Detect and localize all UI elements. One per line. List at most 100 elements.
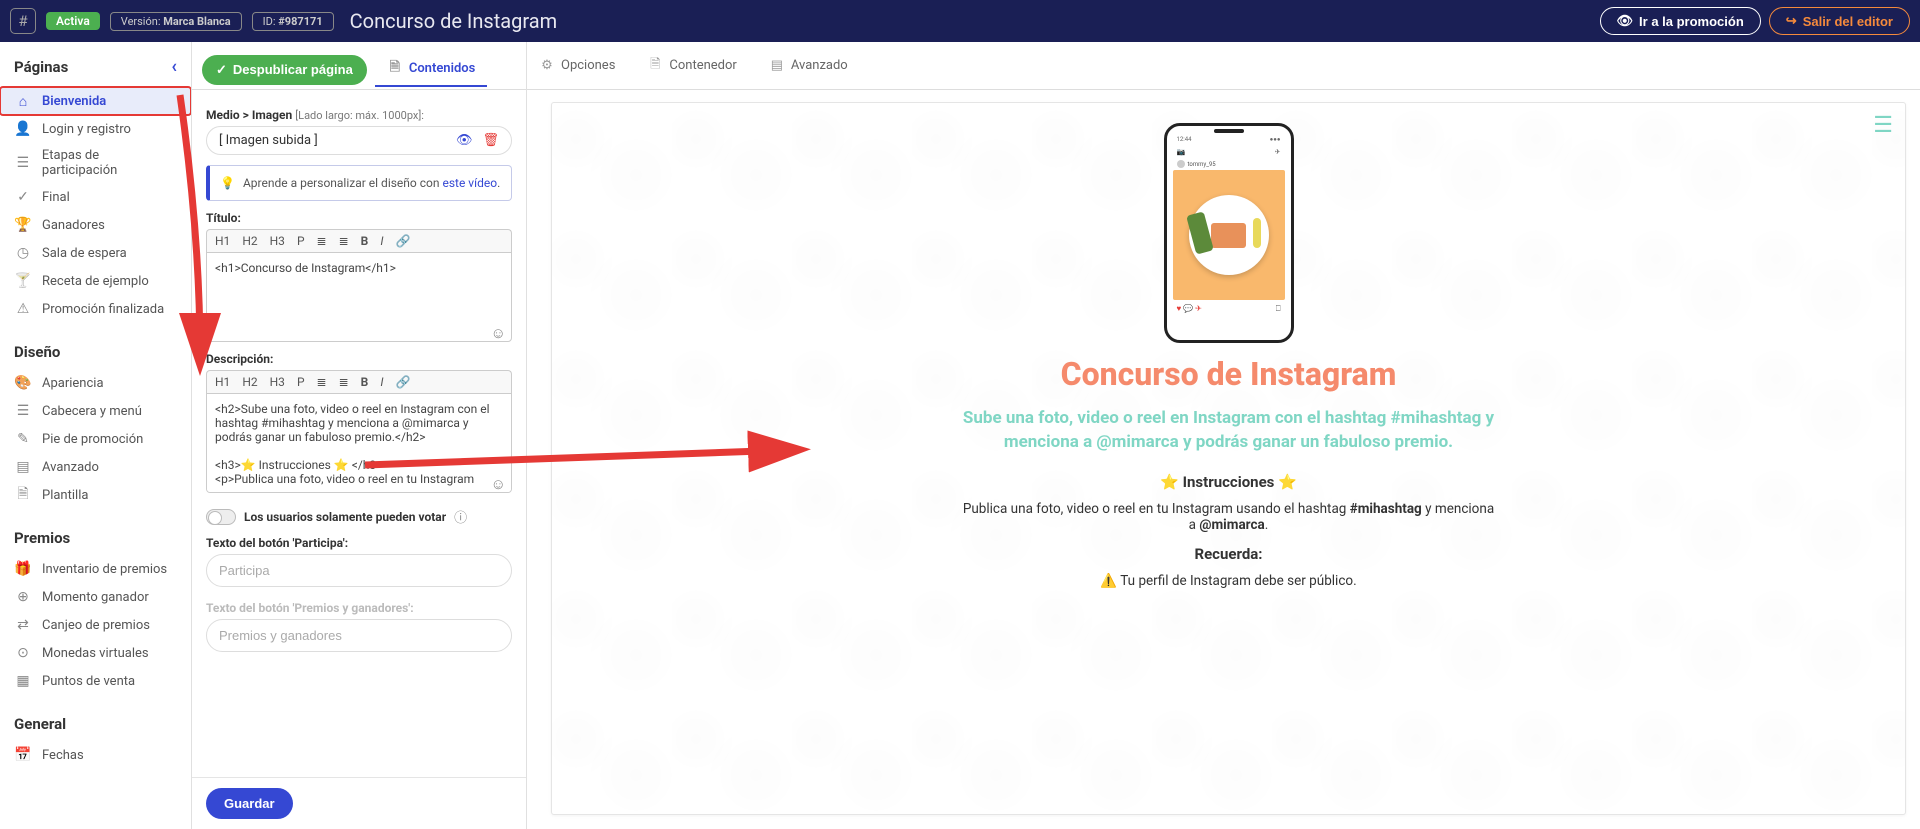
sidebar-item-label: Ganadores [42, 218, 105, 233]
sidebar-item-icon: 🎁 [14, 560, 32, 578]
sidebar-item-receta-de-ejemplo[interactable]: 🍸Receta de ejemplo [0, 267, 191, 295]
sidebar-item-label: Monedas virtuales [42, 646, 149, 661]
tab-advanced[interactable]: ▤Avanzado [757, 50, 860, 82]
sidebar-item-label: Etapas de participación [42, 148, 177, 178]
toolbar-btn-🔗[interactable]: 🔗 [393, 375, 412, 389]
preview-instructions-p: Publica una foto, video o reel en tu Ins… [959, 501, 1499, 533]
toolbar-btn-h1[interactable]: H1 [213, 234, 232, 248]
sidebar-item-final[interactable]: ✓Final [0, 183, 191, 211]
tab-container[interactable]: 🗎Contenedor [635, 50, 748, 82]
sidebar-item-label: Sala de espera [42, 246, 127, 261]
media-value: [ Imagen subida ] [219, 133, 318, 148]
tab-options[interactable]: ⚙Opciones [527, 50, 627, 82]
camera-icon: 📷 [1177, 148, 1186, 156]
sidebar-item-promoción-finalizada[interactable]: ⚠Promoción finalizada [0, 295, 191, 323]
vote-only-label: Los usuarios solamente pueden votar [244, 510, 446, 524]
sidebar-item-label: Final [42, 190, 70, 205]
id-badge: ID: #987171 [252, 12, 334, 31]
sidebar-item-bienvenida[interactable]: ⌂Bienvenida [0, 87, 191, 115]
toolbar-btn-🔗[interactable]: 🔗 [393, 234, 412, 248]
version-badge: Versión: Marca Blanca [110, 12, 242, 31]
btn2-label: Texto del botón 'Premios y ganadores': [206, 601, 512, 615]
title-textarea[interactable] [206, 252, 512, 342]
toolbar-btn-b[interactable]: B [359, 234, 371, 248]
sidebar-item-icon: ⊕ [14, 588, 32, 606]
gear-icon: ⚙ [539, 58, 555, 74]
sidebar-item-icon: 🏆 [14, 216, 32, 234]
logo-icon[interactable]: # [10, 8, 36, 34]
send-icon: ✈ [1275, 148, 1281, 156]
toolbar-btn-i[interactable]: I [378, 234, 385, 248]
preview-subtitle: Sube una foto, video o reel en Instagram… [949, 407, 1509, 455]
sidebar-item-login-y-registro[interactable]: 👤Login y registro [0, 115, 191, 143]
emoji-icon[interactable]: ☺ [491, 324, 506, 342]
toolbar-btn-≣[interactable]: ≣ [337, 375, 351, 389]
save-button[interactable]: Guardar [206, 788, 293, 819]
hint-link[interactable]: este vídeo [442, 176, 497, 190]
sidebar-item-label: Puntos de venta [42, 674, 135, 689]
toolbar-btn-h3[interactable]: H3 [268, 234, 287, 248]
goto-promo-button[interactable]: 👁Ir a la promoción [1600, 7, 1761, 35]
toolbar-btn-h3[interactable]: H3 [268, 375, 287, 389]
preview-panel: ⚙Opciones 🗎Contenedor ▤Avanzado ☰ 12:44●… [527, 42, 1920, 829]
eye-icon: 👁 [1617, 13, 1634, 29]
tab-contents[interactable]: 🗎Contenidos [375, 53, 487, 87]
collapse-icon[interactable]: ‹ [171, 56, 177, 77]
sidebar-item-apariencia[interactable]: 🎨Apariencia [0, 369, 191, 397]
info-icon[interactable]: ⓘ [454, 507, 467, 526]
sidebar-item-etapas-de-participación[interactable]: ☰Etapas de participación [0, 143, 191, 183]
sidebar-item-inventario-de-premios[interactable]: 🎁Inventario de premios [0, 555, 191, 583]
media-input[interactable]: [ Imagen subida ] 👁 🗑 [206, 126, 512, 155]
toolbar-btn-≣[interactable]: ≣ [315, 375, 329, 389]
preview-media-icon[interactable]: 👁 [456, 133, 473, 148]
sidebar-item-label: Pie de promoción [42, 432, 143, 447]
toolbar-btn-p[interactable]: P [295, 375, 307, 389]
bulb-icon: 💡 [220, 176, 235, 190]
toolbar-btn-≣[interactable]: ≣ [315, 234, 329, 248]
sidebar-header-prizes: Premios [0, 509, 191, 555]
sidebar-item-plantilla[interactable]: 🗎 Plantilla [0, 481, 191, 509]
unpublish-button[interactable]: ✓Despublicar página [202, 55, 367, 85]
toolbar-btn-h1[interactable]: H1 [213, 375, 232, 389]
sidebar-item-momento-ganador[interactable]: ⊕Momento ganador [0, 583, 191, 611]
sidebar-item-fechas[interactable]: 📅Fechas [0, 741, 191, 769]
title-toolbar[interactable]: H1 H2 H3 P ≣ ≣ BI 🔗 [206, 229, 512, 252]
check-icon: ✓ [216, 62, 227, 78]
exit-icon: ↪ [1786, 13, 1797, 29]
preview-remember-p: ⚠️ Tu perfil de Instagram debe ser públi… [959, 573, 1499, 589]
desc-textarea[interactable] [206, 393, 512, 493]
sidebar-item-icon: ▤ [14, 458, 32, 476]
sidebar-item-puntos-de-venta[interactable]: ▦Puntos de venta [0, 667, 191, 695]
toolbar-btn-≣[interactable]: ≣ [337, 234, 351, 248]
media-label: Medio > Imagen [Lado largo: máx. 1000px]… [206, 108, 512, 122]
toolbar-btn-p[interactable]: P [295, 234, 307, 248]
sidebar-item-canjeo-de-premios[interactable]: ⇄Canjeo de premios [0, 611, 191, 639]
preview-menu-icon[interactable]: ☰ [1873, 113, 1893, 138]
prizes-text-input[interactable] [206, 619, 512, 652]
toolbar-btn-h2[interactable]: H2 [240, 234, 259, 248]
emoji-icon[interactable]: ☺ [491, 475, 506, 493]
sidebar-item-icon: ☰ [14, 402, 32, 420]
toolbar-btn-i[interactable]: I [378, 375, 385, 389]
sidebar-item-icon: ⚠ [14, 300, 32, 318]
vote-only-toggle[interactable] [206, 509, 236, 525]
sidebar-item-pie-de-promoción[interactable]: ✎Pie de promoción [0, 425, 191, 453]
topbar: # Activa Versión: Marca Blanca ID: #9871… [0, 0, 1920, 42]
sidebar-item-ganadores[interactable]: 🏆 Ganadores [0, 211, 191, 239]
delete-media-icon[interactable]: 🗑 [482, 133, 499, 148]
sidebar-item-label: Plantilla [42, 488, 88, 503]
editor-panel: ✓Despublicar página 🗎Contenidos Medio > … [192, 42, 527, 829]
sidebar-item-avanzado[interactable]: ▤ Avanzado [0, 453, 191, 481]
toolbar-btn-h2[interactable]: H2 [240, 375, 259, 389]
participate-text-input[interactable] [206, 554, 512, 587]
sidebar-item-sala-de-espera[interactable]: ◷Sala de espera [0, 239, 191, 267]
sidebar-item-monedas-virtuales[interactable]: ⊙Monedas virtuales [0, 639, 191, 667]
sidebar-item-icon: 🗎 [14, 486, 32, 504]
toolbar-btn-b[interactable]: B [359, 375, 371, 389]
sidebar-item-icon: 🎨 [14, 374, 32, 392]
sidebar-item-label: Avanzado [42, 460, 99, 475]
sidebar-item-cabecera-y-menú[interactable]: ☰Cabecera y menú [0, 397, 191, 425]
preview-instructions-h: ⭐ Instrucciones ⭐ [632, 473, 1825, 491]
exit-editor-button[interactable]: ↪Salir del editor [1769, 7, 1910, 35]
desc-toolbar[interactable]: H1 H2 H3 P ≣ ≣ BI 🔗 [206, 370, 512, 393]
